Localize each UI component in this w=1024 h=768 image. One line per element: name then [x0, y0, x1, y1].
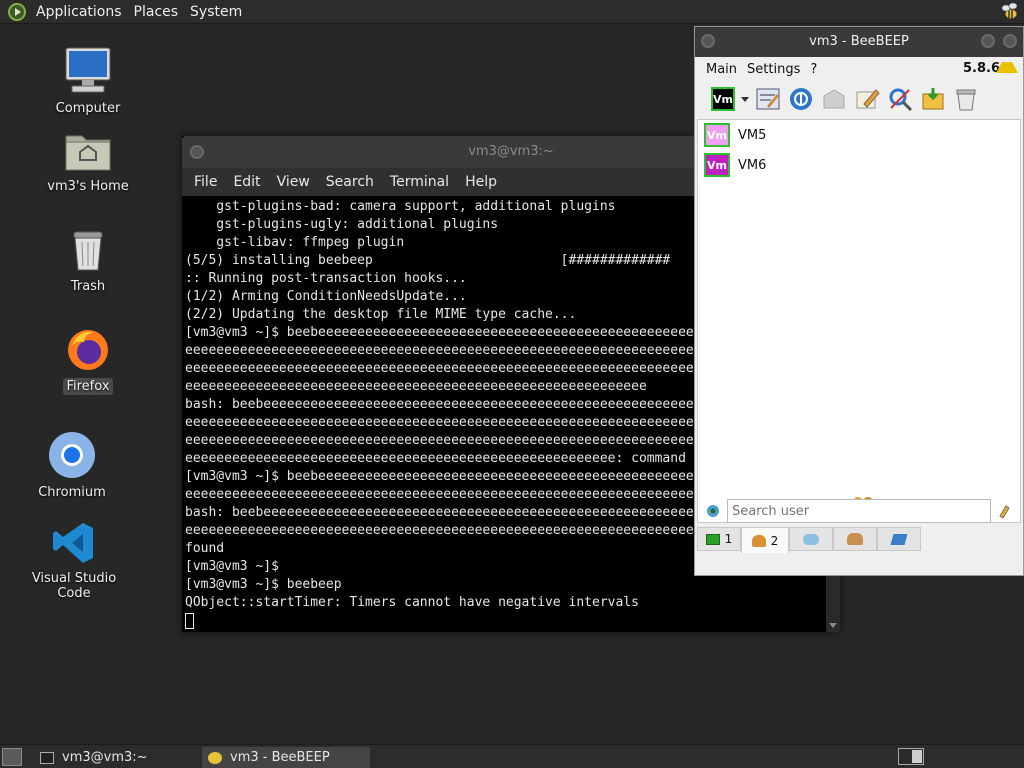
menu-system[interactable]: System [186, 4, 250, 20]
desktop-icon-trash-label: Trash [70, 279, 106, 294]
tab-users[interactable]: 2 [741, 527, 789, 553]
beebeep-icon [208, 751, 222, 764]
scroll-down-icon[interactable] [829, 623, 837, 628]
user-avatar: Vm [704, 123, 730, 147]
users-icon [751, 534, 766, 547]
taskbar-item-terminal[interactable]: vm3@vm3:~ [34, 747, 198, 768]
terminal-menu-file[interactable]: File [186, 174, 225, 190]
search-user-input[interactable] [727, 499, 991, 523]
warning-icon[interactable] [996, 62, 1018, 73]
menu-applications[interactable]: Applications [32, 4, 130, 20]
tab-messages[interactable] [789, 527, 833, 551]
close-icon[interactable] [1003, 34, 1017, 48]
shared-folder-icon[interactable] [920, 86, 946, 112]
minimize-icon[interactable] [981, 34, 995, 48]
chat-disabled-icon[interactable] [821, 86, 847, 112]
terminal-line: QObject::startTimer: Timers cannot have … [185, 595, 639, 610]
vscode-icon [53, 523, 93, 563]
home-folder-icon [65, 135, 111, 171]
clear-history-icon[interactable] [953, 86, 979, 112]
terminal-menu-edit[interactable]: Edit [225, 174, 268, 190]
beebeep-menu-settings[interactable]: Settings [742, 62, 805, 77]
terminal-menu-terminal[interactable]: Terminal [382, 174, 457, 190]
desktop-icon-home-label: vm3's Home [47, 179, 129, 194]
computer-icon [65, 47, 111, 93]
bottom-taskbar: vm3@vm3:~ vm3 - BeeBEEP [0, 744, 1024, 768]
terminal-cursor [185, 612, 194, 629]
desktop-icon-trash[interactable]: Trash [32, 228, 144, 295]
desktop-icon-computer-label: Computer [55, 101, 121, 116]
terminal-icon [40, 751, 54, 764]
user-avatar: Vm [704, 153, 730, 177]
desktop-icon-vscode-label: Visual Studio Code [31, 571, 117, 601]
beebeep-title: vm3 - BeeBEEP [809, 34, 909, 49]
desktop-icon-chromium-label: Chromium [38, 485, 106, 500]
user-name: VM5 [738, 127, 767, 143]
terminal-line: [vm3@vm3 ~]$ beebeep [185, 577, 342, 592]
menu-places[interactable]: Places [130, 4, 187, 20]
taskbar-item-beebeep-label: vm3 - BeeBEEP [230, 750, 330, 765]
tools-icon[interactable] [887, 86, 913, 112]
beebeep-window: vm3 - BeeBEEP Main Settings ? 5.8.6 Vm V… [694, 26, 1024, 576]
user-row-vm5[interactable]: Vm VM5 [698, 120, 1020, 150]
beebeep-menu-main[interactable]: Main [701, 62, 742, 77]
clear-search-icon[interactable] [997, 502, 1013, 518]
my-status-avatar[interactable]: Vm [711, 87, 735, 111]
firefox-icon [68, 330, 108, 370]
desktop-icon-chromium[interactable]: Chromium [16, 430, 128, 501]
taskbar-item-beebeep[interactable]: vm3 - BeeBEEP [202, 747, 370, 768]
desktop-icon-firefox[interactable]: Firefox [32, 326, 144, 395]
tab-users-count: 2 [770, 533, 779, 548]
taskbar-item-terminal-label: vm3@vm3:~ [62, 750, 148, 765]
terminal-menu-help[interactable]: Help [457, 174, 505, 190]
top-panel: Applications Places System [0, 0, 1024, 24]
user-name: VM6 [738, 157, 767, 173]
messages-icon [803, 533, 819, 545]
beebeep-titlebar[interactable]: vm3 - BeeBEEP [695, 27, 1023, 57]
chat-icon [705, 533, 720, 545]
desktop-icon-home[interactable]: vm3's Home [32, 126, 144, 195]
beebeep-tray-icon[interactable] [1000, 2, 1020, 22]
tab-chats[interactable]: 1 [697, 527, 741, 551]
show-desktop-icon[interactable] [2, 748, 22, 766]
user-row-vm6[interactable]: Vm VM6 [698, 150, 1020, 180]
terminal-menu-search[interactable]: Search [318, 174, 382, 190]
trash-icon [73, 231, 103, 271]
beebeep-menubar: Main Settings ? 5.8.6 [695, 57, 1023, 81]
workspace-switcher[interactable] [898, 748, 924, 765]
distro-logo-icon[interactable] [8, 2, 26, 21]
bottom-tabs: 1 2 [697, 527, 1021, 553]
user-list[interactable]: Vm VM5 Vm VM6 [697, 119, 1021, 523]
chromium-icon [49, 432, 95, 478]
beebeep-toolbar: Vm [695, 81, 1023, 117]
status-dropdown-icon[interactable] [741, 96, 749, 102]
file-transfer-icon [890, 533, 908, 545]
network-icon[interactable] [788, 86, 814, 112]
search-options-icon[interactable] [705, 503, 721, 519]
desktop-icon-computer[interactable]: Computer [32, 44, 144, 117]
groups-icon [847, 533, 863, 545]
beebeep-menu-help[interactable]: ? [805, 62, 822, 77]
tab-chats-count: 1 [724, 532, 733, 546]
search-bar [697, 497, 1021, 525]
desktop-icon-vscode[interactable]: Visual Studio Code [18, 520, 130, 602]
terminal-menu-view[interactable]: View [269, 174, 318, 190]
desktop-icon-firefox-label: Firefox [63, 378, 113, 395]
edit-profile-icon[interactable] [755, 86, 781, 112]
tab-file-transfers[interactable] [877, 527, 921, 551]
write-message-icon[interactable] [854, 86, 880, 112]
terminal-prompt-line [185, 612, 826, 630]
tab-groups[interactable] [833, 527, 877, 551]
